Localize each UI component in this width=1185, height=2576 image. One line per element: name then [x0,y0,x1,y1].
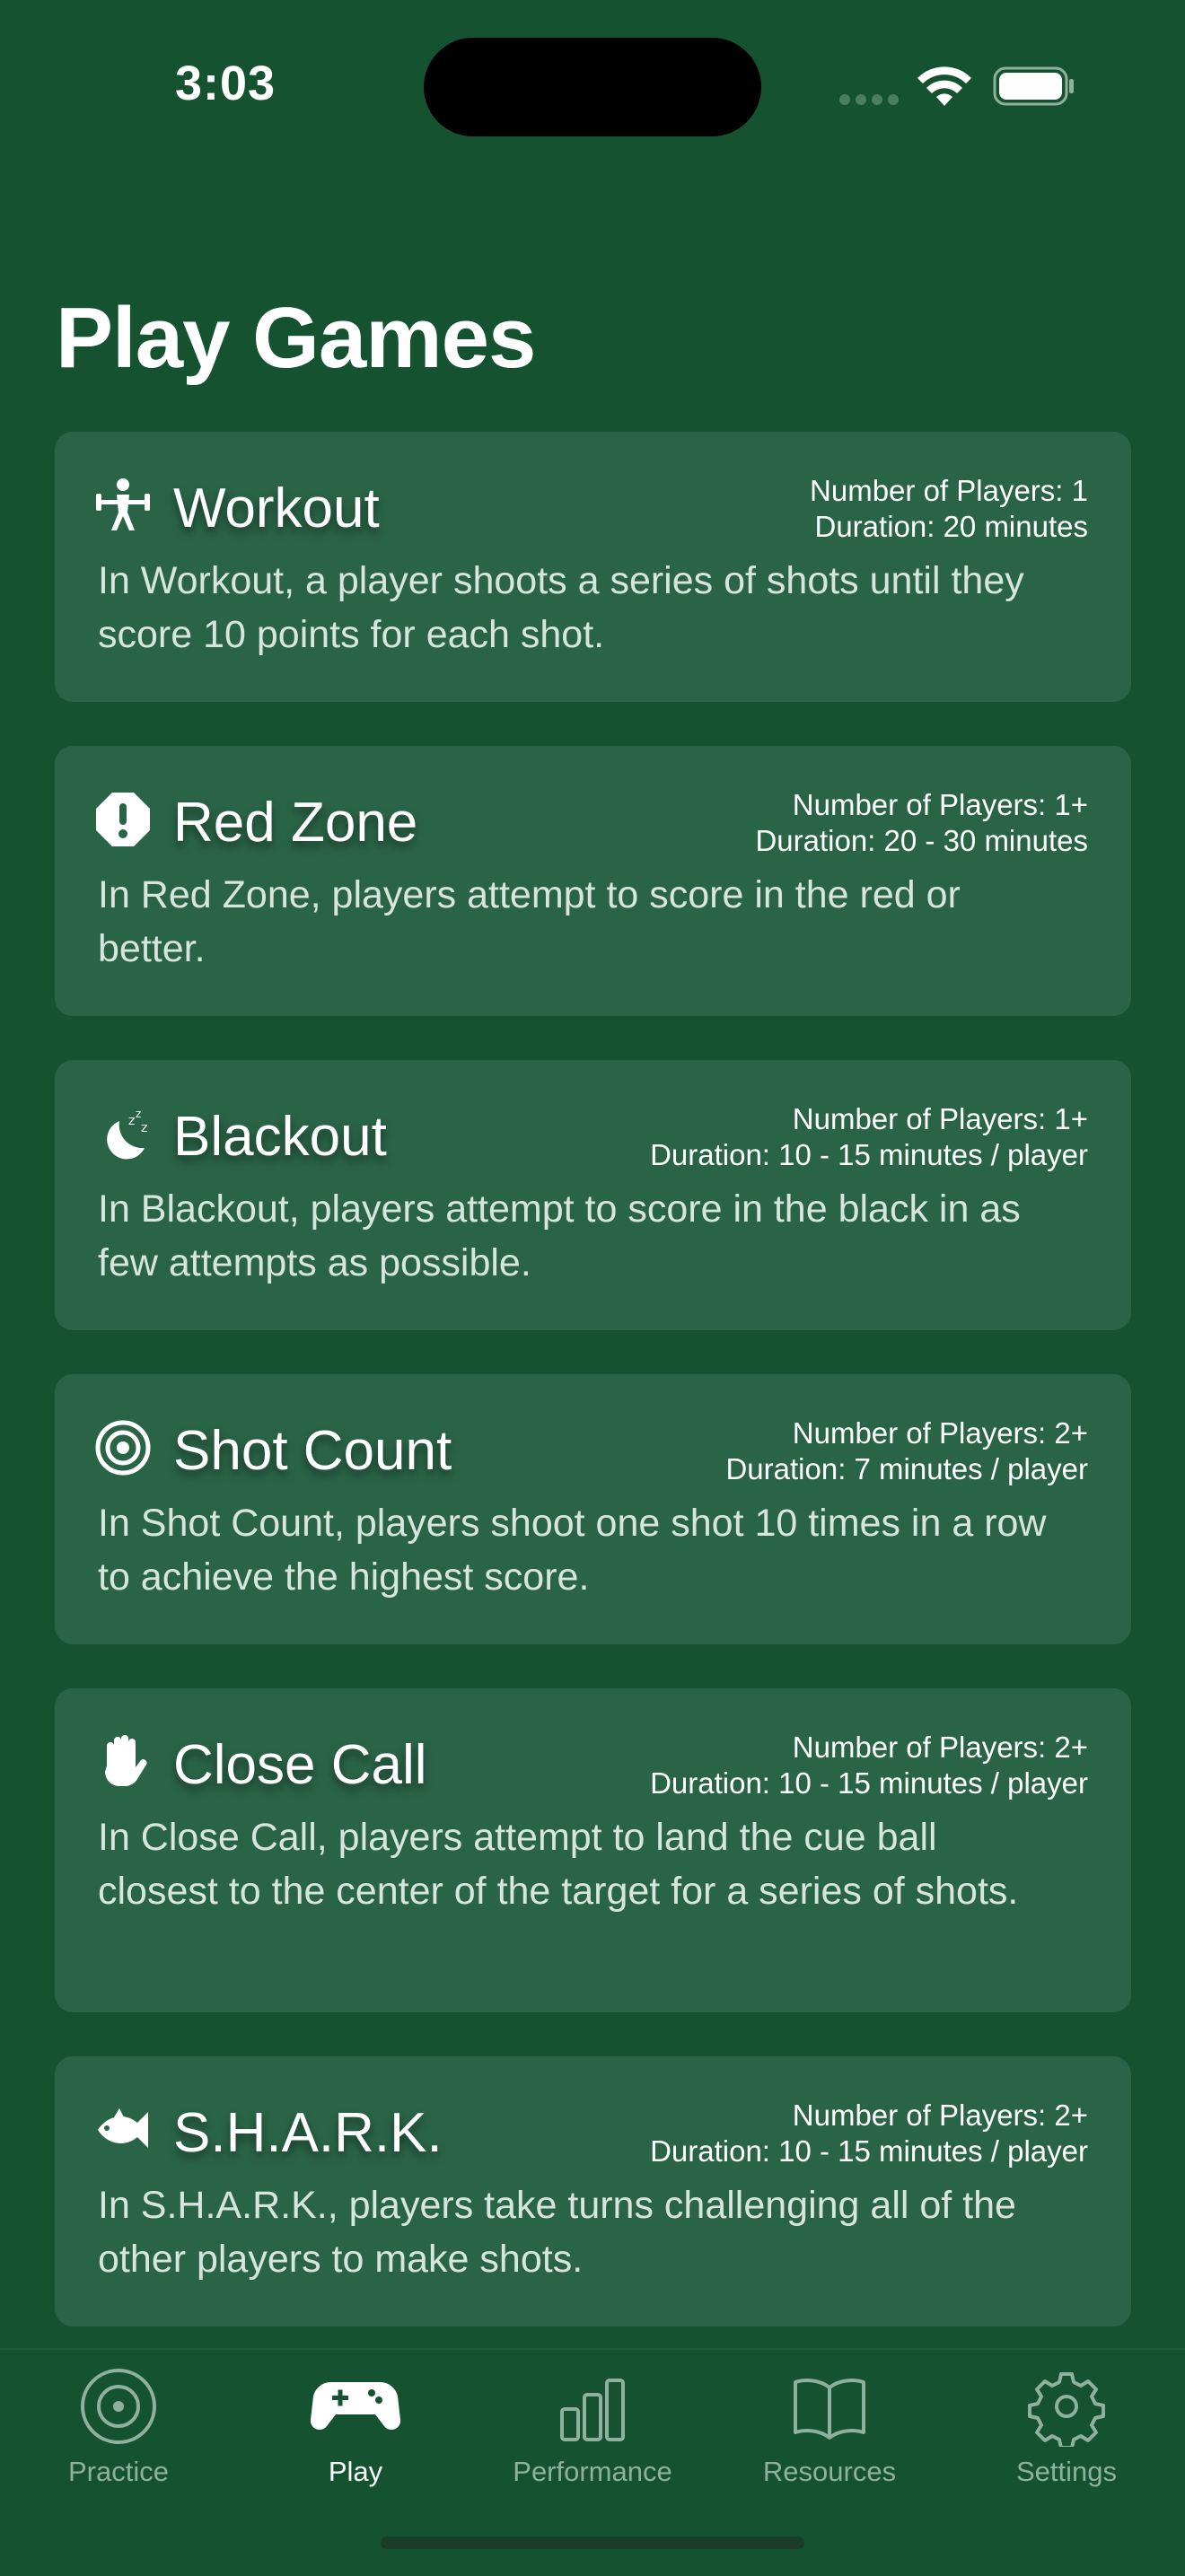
game-description: In Red Zone, players attempt to score in… [98,873,961,970]
bar-chart-icon [560,2379,625,2441]
game-description: In Workout, a player shoots a series of … [98,559,1024,656]
target-circle-icon [81,2369,156,2444]
game-card-shark[interactable]: S.H.A.R.K. Number of Players: 2+ Duratio… [55,2056,1131,2326]
tab-performance[interactable]: Performance [474,2366,711,2488]
game-duration: Duration: 7 minutes / player [725,1452,1088,1485]
home-indicator [381,2537,804,2549]
page-title: Play Games [56,290,536,386]
tab-settings[interactable]: Settings [948,2366,1185,2488]
dynamic-island [424,38,761,136]
target-icon [95,1420,151,1476]
game-description: In Blackout, players attempt to score in… [98,1187,1021,1284]
tab-practice[interactable]: Practice [0,2366,237,2488]
tab-label: Performance [513,2456,672,2487]
game-description: In Shot Count, players shoot one shot 10… [98,1502,1047,1599]
game-meta: Number of Players: 2+ Duration: 10 - 15 … [650,2098,1088,2169]
svg-text:z: z [128,1114,135,1128]
game-title: Close Call [173,1734,427,1796]
game-meta: Number of Players: 1+ Duration: 10 - 15 … [650,1101,1088,1173]
game-card-red-zone[interactable]: Red Zone Number of Players: 1+ Duration:… [55,746,1131,1016]
game-title: Blackout [173,1106,387,1168]
game-players: Number of Players: 1 [810,474,1088,507]
game-duration: Duration: 10 - 15 minutes / player [650,2134,1088,2168]
cellular-signal-icon [839,93,904,110]
game-meta: Number of Players: 1 Duration: 20 minute… [810,473,1088,545]
game-players: Number of Players: 2+ [792,2098,1088,2132]
tab-resources[interactable]: Resources [711,2366,948,2488]
game-duration: Duration: 20 minutes [814,510,1089,543]
game-duration: Duration: 20 - 30 minutes [755,824,1088,857]
game-title: Workout [173,478,380,539]
game-card-close-call[interactable]: Close Call Number of Players: 2+ Duratio… [55,1688,1131,2012]
book-icon [794,2379,865,2440]
weightlifter-icon [96,478,150,530]
tab-label: Practice [68,2456,169,2487]
game-players: Number of Players: 1+ [792,788,1088,821]
game-meta: Number of Players: 2+ Duration: 10 - 15 … [650,1730,1088,1801]
game-card-shot-count[interactable]: Shot Count Number of Players: 2+ Duratio… [55,1374,1131,1644]
game-duration: Duration: 10 - 15 minutes / player [650,1766,1088,1800]
game-card-workout[interactable]: Workout Number of Players: 1 Duration: 2… [55,432,1131,702]
tab-label: Resources [762,2456,897,2487]
tab-label: Settings [1015,2456,1117,2487]
svg-text:z: z [136,1108,141,1120]
fish-icon [98,2108,148,2148]
gear-icon [1028,2372,1105,2447]
game-card-blackout[interactable]: z z z Blackout Number of Players: 1+ Dur… [55,1060,1131,1330]
battery-icon [993,66,1074,106]
game-players: Number of Players: 2+ [792,1730,1088,1764]
game-meta: Number of Players: 2+ Duration: 7 minute… [725,1415,1088,1487]
tab-play[interactable]: Play [237,2366,474,2488]
game-title: S.H.A.R.K. [173,2102,443,2164]
game-title: Shot Count [173,1420,452,1482]
status-time: 3:03 [175,57,276,110]
game-description: In Close Call, players attempt to land t… [98,1816,1019,1913]
gamecontroller-icon [311,2382,400,2431]
tab-label: Play [328,2456,383,2487]
game-description: In S.H.A.R.K., players take turns challe… [98,2184,1016,2281]
game-players: Number of Players: 1+ [792,1102,1088,1135]
svg-text:z: z [141,1121,147,1135]
game-duration: Duration: 10 - 15 minutes / player [650,1138,1088,1171]
wifi-icon [917,66,971,106]
game-title: Red Zone [173,792,418,854]
game-meta: Number of Players: 1+ Duration: 20 - 30 … [755,787,1088,859]
hand-icon [105,1735,147,1787]
exclamation-octagon-icon [96,793,150,846]
game-players: Number of Players: 2+ [792,1416,1088,1450]
moon-zzz-icon: z z z [107,1108,147,1160]
